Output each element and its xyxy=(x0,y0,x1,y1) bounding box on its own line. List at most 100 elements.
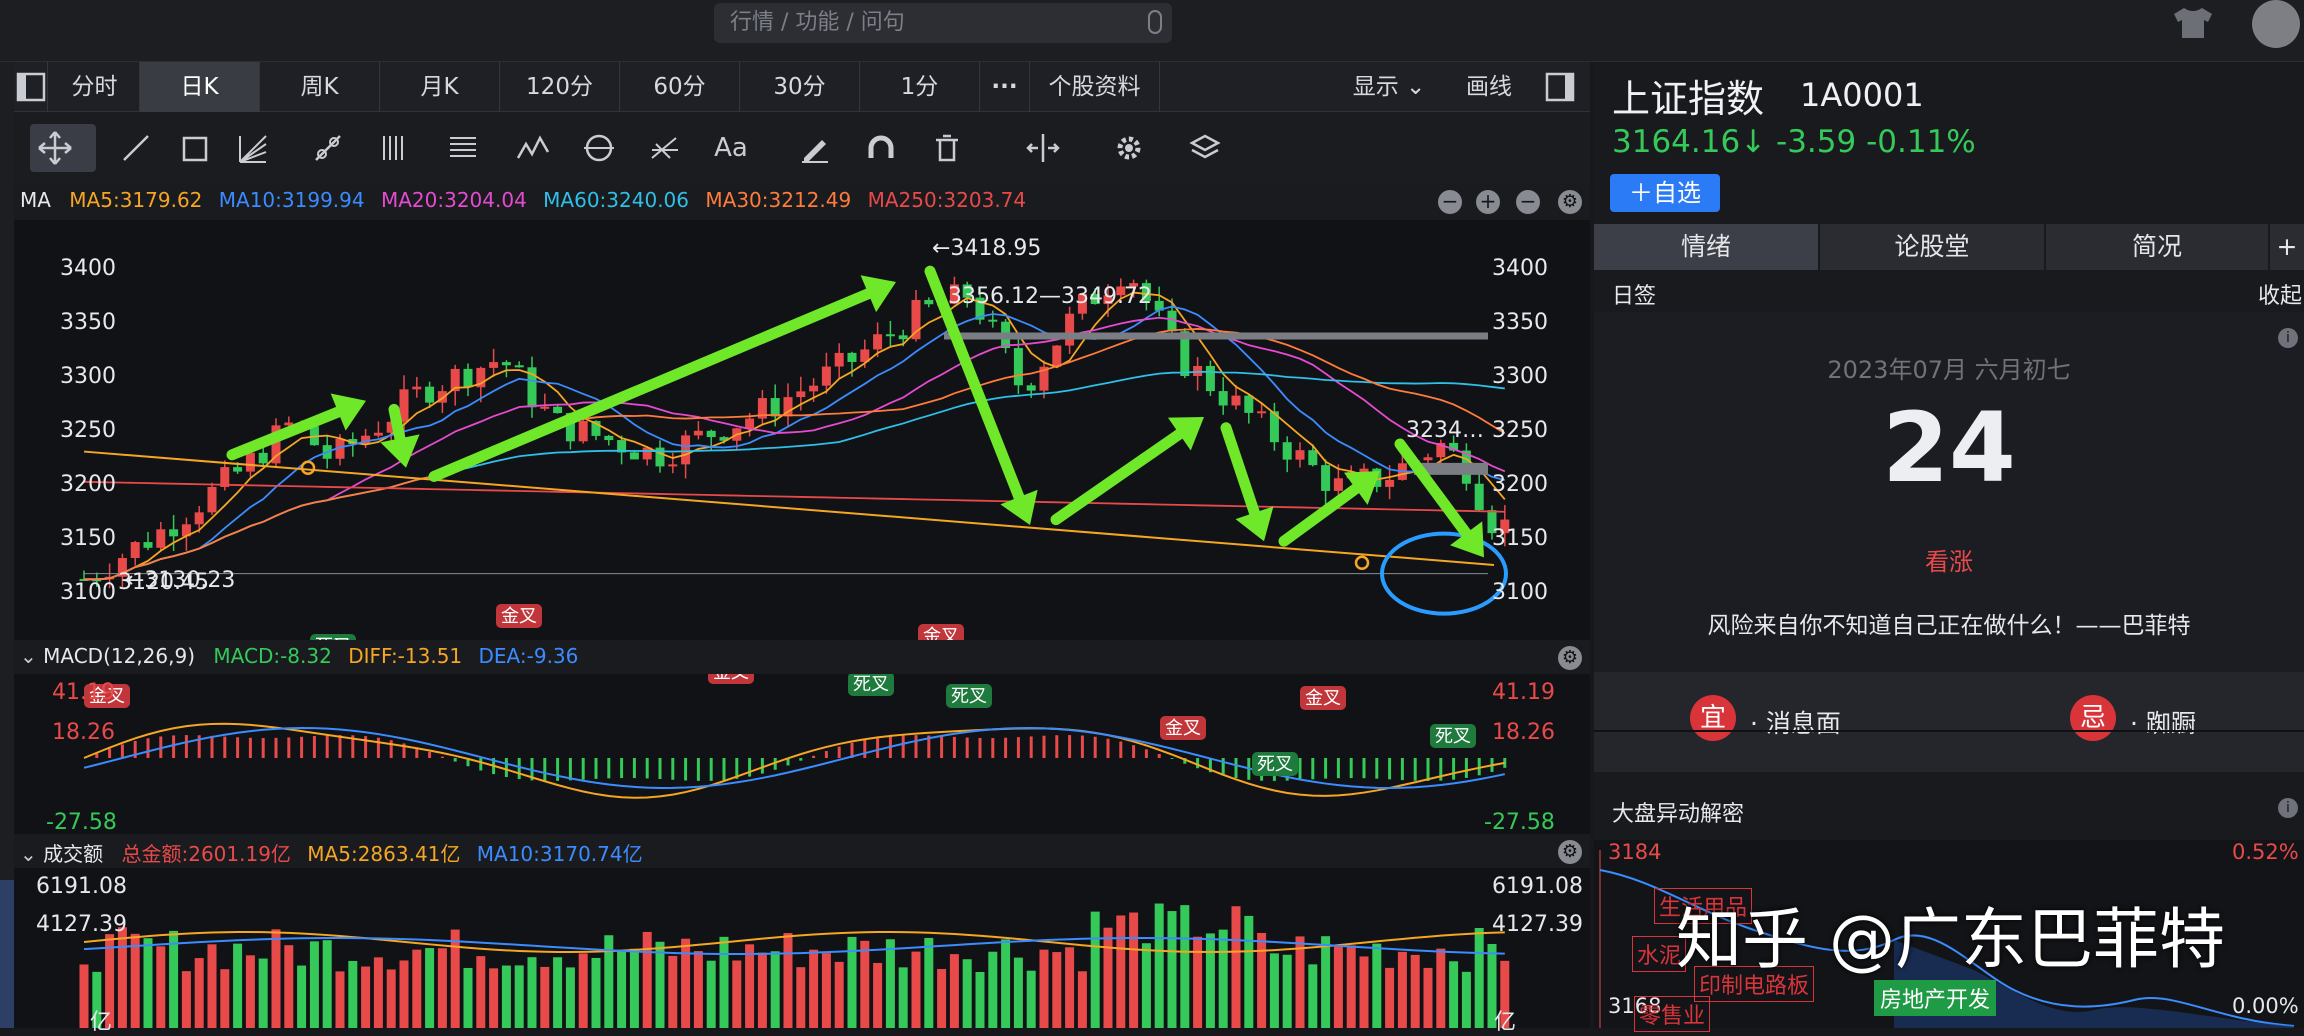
candle-body xyxy=(245,452,255,472)
minimize-icon[interactable]: − xyxy=(1438,190,1462,214)
divider xyxy=(1594,730,2304,732)
candle-body xyxy=(1333,478,1343,491)
candle-body xyxy=(898,335,908,340)
tag-real-estate[interactable]: 房地产开发 xyxy=(1874,980,1997,1016)
macd-bar xyxy=(722,758,726,781)
add-watchlist-button[interactable]: ＋自选 xyxy=(1610,174,1720,212)
candle-body xyxy=(924,299,934,305)
draw-line-button[interactable]: 画线 xyxy=(1444,62,1534,112)
text-lines-icon[interactable] xyxy=(438,124,488,172)
volume-bar xyxy=(578,953,588,1028)
tag-retail[interactable]: 零售业 xyxy=(1634,996,1711,1032)
gear-icon[interactable] xyxy=(1104,124,1154,172)
crop-icon[interactable] xyxy=(170,124,220,172)
macd-bar xyxy=(248,737,252,758)
add-icon[interactable]: + xyxy=(1476,190,1500,214)
volume-bar xyxy=(1167,911,1177,1028)
tab-sentiment[interactable]: 情绪 xyxy=(1594,224,1818,270)
zigzag-icon[interactable] xyxy=(508,124,558,172)
macd-bar xyxy=(338,735,342,758)
candle-body xyxy=(885,334,895,337)
volume-bar xyxy=(501,965,511,1028)
volume-bar xyxy=(309,941,319,1028)
macd-bar xyxy=(1080,735,1084,758)
avatar[interactable] xyxy=(2252,0,2300,48)
tab-daily-k[interactable]: 日K xyxy=(140,62,260,112)
candle-body xyxy=(1218,391,1228,406)
volume-bar xyxy=(911,951,921,1028)
tab-1min[interactable]: 1分 xyxy=(860,62,980,112)
ma-label: MA xyxy=(20,188,51,212)
panel-toggle-right-icon[interactable] xyxy=(1540,62,1580,112)
volume-bar xyxy=(565,967,575,1028)
layers-icon[interactable] xyxy=(1180,124,1230,172)
skin-icon[interactable] xyxy=(2170,6,2216,40)
fib-icon[interactable] xyxy=(640,124,690,172)
collapse-icon[interactable]: ⌄ xyxy=(20,842,37,866)
collapse-icon[interactable]: ⌄ xyxy=(20,644,37,668)
candle-body xyxy=(629,452,639,460)
right-level-annotation: 3234… xyxy=(1406,418,1484,443)
price-tick: 3150 xyxy=(60,526,116,551)
line-icon[interactable] xyxy=(112,124,162,172)
remove-icon[interactable]: − xyxy=(1516,190,1540,214)
candle-body xyxy=(1295,450,1305,460)
price-tick: 3150 xyxy=(1492,526,1548,551)
magnet-icon[interactable] xyxy=(856,124,906,172)
text-icon[interactable]: Aa xyxy=(706,124,756,172)
volume-bar xyxy=(476,956,486,1028)
tab-label: 分时 xyxy=(71,74,118,100)
microphone-icon[interactable] xyxy=(1148,10,1162,34)
trash-icon[interactable] xyxy=(922,124,972,172)
info-icon[interactable]: i xyxy=(2278,798,2298,818)
split-icon[interactable] xyxy=(1018,124,1068,172)
macd-bar xyxy=(671,758,675,780)
node-icon[interactable] xyxy=(304,124,354,172)
volume-bar xyxy=(706,960,716,1028)
search-input[interactable]: 行情 / 功能 / 问句 xyxy=(714,3,1172,43)
kline-chart-area[interactable]: MA MA5:3179.62 MA10:3199.94 MA20:3204.04… xyxy=(14,184,1590,1035)
tab-60min[interactable]: 60分 xyxy=(620,62,740,112)
daily-date: 2023年07月 六月初七 xyxy=(1827,356,2071,384)
volume-bar xyxy=(770,951,780,1028)
tab-overview[interactable]: 简况 xyxy=(2046,224,2268,270)
volume-bar xyxy=(885,939,895,1028)
volume-settings-icon[interactable]: ⚙ xyxy=(1558,840,1582,864)
fan-icon[interactable] xyxy=(228,124,278,172)
tab-monthly-k[interactable]: 月K xyxy=(380,62,500,112)
macd-settings-icon[interactable]: ⚙ xyxy=(1558,646,1582,670)
volume-bar xyxy=(1180,905,1190,1028)
more-tabs-button[interactable]: ··· xyxy=(980,62,1030,112)
cycle-icon[interactable] xyxy=(574,124,624,172)
draw-label: 画线 xyxy=(1466,74,1512,100)
panel-toggle-icon[interactable] xyxy=(14,62,48,112)
volume-axis-mid-right: 4127.39 xyxy=(1492,912,1583,937)
info-icon[interactable]: i xyxy=(2278,328,2298,348)
macd-axis-low-right: -27.58 xyxy=(1484,810,1555,835)
anomaly-top-value: 3184 xyxy=(1608,840,1662,864)
volume-bar xyxy=(450,929,460,1028)
collapse-button[interactable]: 收起 xyxy=(2258,278,2302,310)
volume-bar xyxy=(1026,970,1036,1028)
macd-bar xyxy=(568,758,572,781)
macd-label: MACD(12,26,9) xyxy=(43,644,196,668)
tab-label: 个股资料 xyxy=(1048,74,1141,100)
macd-bar xyxy=(1464,758,1468,778)
volume-bar xyxy=(693,951,703,1028)
tab-30min[interactable]: 30分 xyxy=(740,62,860,112)
tab-label: 月K xyxy=(420,74,459,100)
move-icon[interactable] xyxy=(30,124,96,172)
tab-fenshi[interactable]: 分时 xyxy=(50,62,140,112)
tab-add-icon[interactable]: + xyxy=(2270,224,2304,270)
tab-120min[interactable]: 120分 xyxy=(500,62,620,112)
grid-lines-icon[interactable] xyxy=(370,124,420,172)
tab-forum[interactable]: 论股堂 xyxy=(1820,224,2044,270)
tab-stock-info[interactable]: 个股资料 xyxy=(1030,62,1160,112)
display-dropdown[interactable]: 显示 ⌄ xyxy=(1334,62,1444,112)
price-tick: 3300 xyxy=(1492,364,1548,389)
golden-cross-label: 金叉 xyxy=(1305,688,1341,709)
tab-weekly-k[interactable]: 周K xyxy=(260,62,380,112)
pen-icon[interactable] xyxy=(790,124,840,172)
macd-axis-low: -27.58 xyxy=(46,810,117,835)
ma-settings-icon[interactable]: ⚙ xyxy=(1558,190,1582,214)
